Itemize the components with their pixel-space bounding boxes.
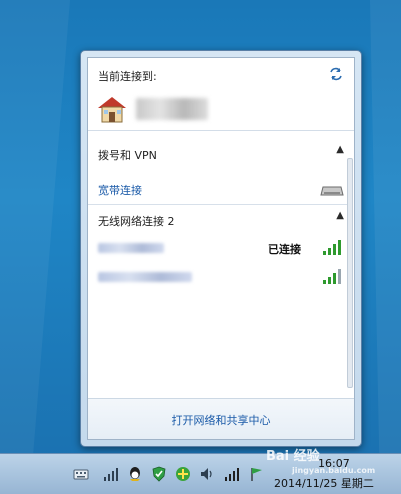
scrollbar-thumb[interactable] — [347, 158, 353, 388]
qq-icon[interactable] — [127, 466, 143, 482]
wireless-section-label: 无线网络连接 2 — [98, 215, 175, 228]
taskbar: 16:07 2014/11/25 星期二 — [0, 453, 401, 494]
refresh-icon[interactable] — [328, 66, 344, 82]
house-icon — [98, 97, 126, 123]
clock-date[interactable]: 2014/11/25 星期二 — [274, 475, 374, 491]
popup-footer: 打开网络和共享中心 — [88, 398, 354, 439]
wifi-network-name-blurred — [98, 243, 164, 253]
wifi-network-item[interactable]: 已连接 — [88, 236, 354, 262]
current-network-name-blurred — [136, 98, 208, 120]
dialup-vpn-section-header[interactable]: 拨号和 VPN ▲ — [88, 142, 354, 166]
signal-bars-icon[interactable] — [224, 466, 240, 482]
flag-icon[interactable] — [249, 466, 265, 482]
modem-icon — [320, 186, 344, 196]
open-network-sharing-center-link[interactable]: 打开网络和共享中心 — [88, 412, 354, 428]
current-connection-label: 当前连接到: — [98, 70, 157, 83]
divider — [88, 204, 354, 205]
network-popup: 当前连接到: 拨号和 VPN ▲ 宽带连接 无线网络连接 2 ▲ 已连接 打开网… — [80, 50, 362, 447]
shield-icon[interactable] — [151, 466, 167, 482]
volume-icon[interactable] — [199, 466, 215, 482]
chevron-up-icon[interactable]: ▲ — [336, 210, 344, 221]
wifi-status-connected: 已连接 — [268, 243, 301, 256]
broadband-connection-link[interactable]: 宽带连接 — [98, 182, 142, 198]
wifi-network-item[interactable] — [88, 264, 354, 290]
keyboard-icon[interactable] — [73, 466, 89, 482]
network-icon[interactable] — [103, 466, 119, 482]
wifi-network-name-blurred — [98, 272, 192, 282]
chevron-up-icon[interactable]: ▲ — [336, 144, 344, 155]
plus-icon[interactable] — [175, 466, 191, 482]
network-popup-content: 当前连接到: 拨号和 VPN ▲ 宽带连接 无线网络连接 2 ▲ 已连接 打开网… — [87, 57, 355, 440]
clock-time[interactable]: 16:07 — [318, 457, 350, 470]
current-connection-section: 当前连接到: — [88, 58, 354, 131]
wireless-section-header[interactable]: 无线网络连接 2 ▲ — [88, 208, 354, 232]
dialup-vpn-label: 拨号和 VPN — [98, 149, 157, 162]
signal-bars-icon — [323, 269, 341, 284]
signal-bars-icon — [323, 240, 341, 255]
